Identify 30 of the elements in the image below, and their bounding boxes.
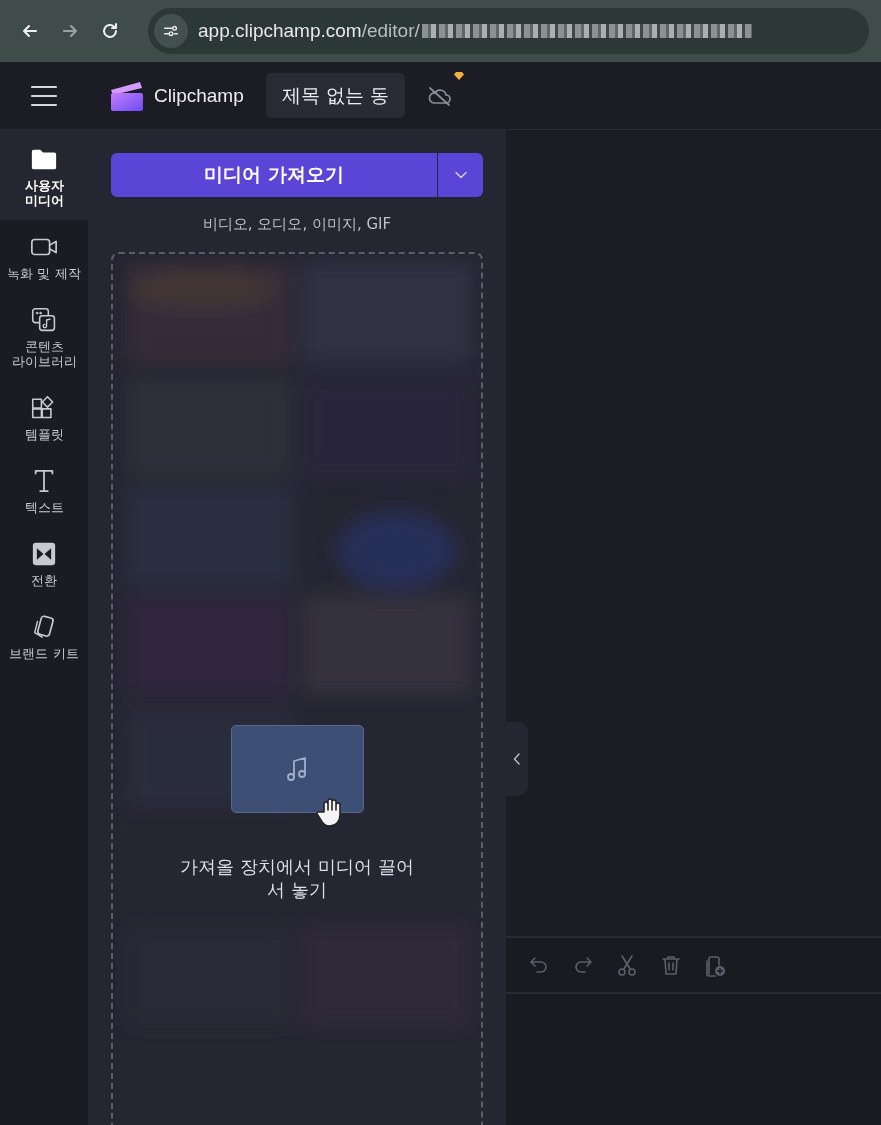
sidebar-tab[interactable]: 콘텐츠 라이브러리 (0, 293, 88, 381)
chevron-left-icon (513, 753, 521, 765)
duplicate-icon (704, 953, 726, 977)
chevron-down-icon (454, 171, 467, 179)
url-text: app.clipchamp.com (198, 20, 362, 42)
sidebar-tab[interactable]: 녹화 및 제작 (0, 220, 88, 293)
media-library-icon (30, 307, 58, 333)
site-settings-icon[interactable] (154, 14, 188, 48)
menu-icon[interactable] (30, 84, 58, 107)
project-title-button[interactable]: 제목 없는 동 (265, 73, 405, 118)
brand-name: Clipchamp (154, 84, 244, 107)
reload-icon[interactable] (100, 21, 120, 41)
drop-zone[interactable]: 가져올 장치에서 미디어 끌어서 놓기 (111, 252, 483, 1125)
import-media-button[interactable]: 미디어 가져오기 (111, 153, 438, 197)
sidebar-tab[interactable]: 사용자 미디어 (0, 130, 88, 220)
scissors-icon (616, 953, 638, 977)
sidebar-tab[interactable]: 템플릿 (0, 381, 88, 454)
premium-icon (452, 70, 465, 81)
music-note-icon (285, 755, 309, 783)
sidebar-tab[interactable]: 전환 (0, 527, 88, 600)
sidebar-tab[interactable]: 텍스트 (0, 454, 88, 527)
logo-icon (110, 79, 144, 112)
sidebar-tab[interactable]: 브랜드 키트 (0, 600, 88, 673)
drop-hint-text: 가져올 장치에서 미디어 끌어서 놓기 (179, 855, 415, 901)
cloud-off-icon[interactable] (426, 84, 453, 107)
supported-formats-text: 비디오, 오디오, 이미지, GIF (201, 214, 393, 235)
transition-icon (30, 541, 58, 567)
url-text: /editor/ (361, 20, 420, 42)
address-bar[interactable]: app.clipchamp.com/editor/ (148, 8, 869, 54)
trash-icon (660, 953, 682, 977)
